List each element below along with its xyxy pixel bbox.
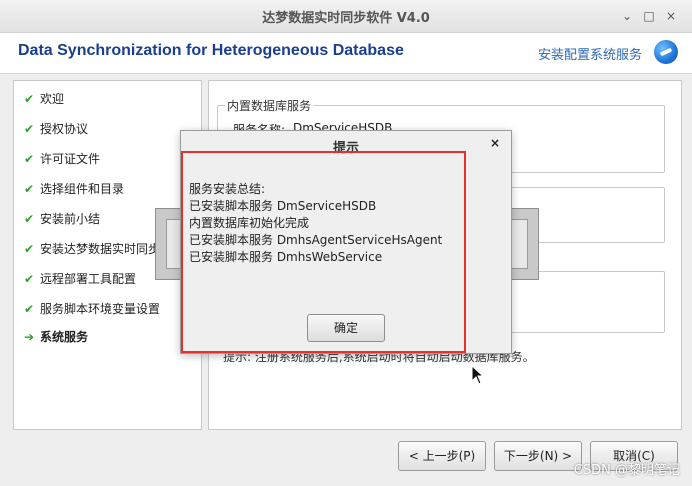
check-icon: ✔ [24,272,35,286]
title-bar: 达梦数据实时同步软件 V4.0 ⌄ □ × [0,0,692,33]
mouse-cursor-icon [471,365,485,385]
minimize-button[interactable]: ⌄ [618,7,636,25]
highlight-box [181,151,466,353]
step-item: ✔ 选择组件和目录 [24,179,124,199]
prev-button[interactable]: < 上一步(P) [398,441,486,471]
step-item: ✔ 欢迎 [24,89,64,109]
close-icon[interactable]: × [487,136,503,152]
product-title: Data Synchronization for Heterogeneous D… [18,42,404,59]
check-icon: ✔ [24,212,35,226]
step-title: 安装配置系统服务 [537,48,642,63]
step-item: ✔ 服务脚本环境变量设置 [24,299,160,319]
check-icon: ✔ [24,182,35,196]
check-icon: ✔ [24,302,35,316]
check-icon: ✔ [24,152,35,166]
step-item: ✔ 远程部署工具配置 [24,269,136,289]
check-icon: ✔ [24,242,35,256]
check-icon: ✔ [24,122,35,136]
step-item-current: ➔ 系统服务 [24,327,88,347]
next-button[interactable]: 下一步(N) > [494,441,582,471]
step-item: ✔ 安装前小结 [24,209,100,229]
close-window-button[interactable]: × [662,7,680,25]
step-item: ✔ 许可证文件 [24,149,100,169]
step-item: ✔ 授权协议 [24,119,88,139]
check-icon: ✔ [24,92,35,106]
watermark: CSDN @黎明笔记 [573,463,680,478]
dameng-logo-icon [654,40,678,64]
window-title: 达梦数据实时同步软件 V4.0 [262,11,430,26]
db-service-legend: 内置数据库服务 [225,97,314,114]
wizard-header: Data Synchronization for Heterogeneous D… [0,33,692,74]
maximize-button[interactable]: □ [640,7,658,25]
step-item: ✔ 安装达梦数据实时同步软 [24,239,172,259]
arrow-right-icon: ➔ [24,330,35,344]
